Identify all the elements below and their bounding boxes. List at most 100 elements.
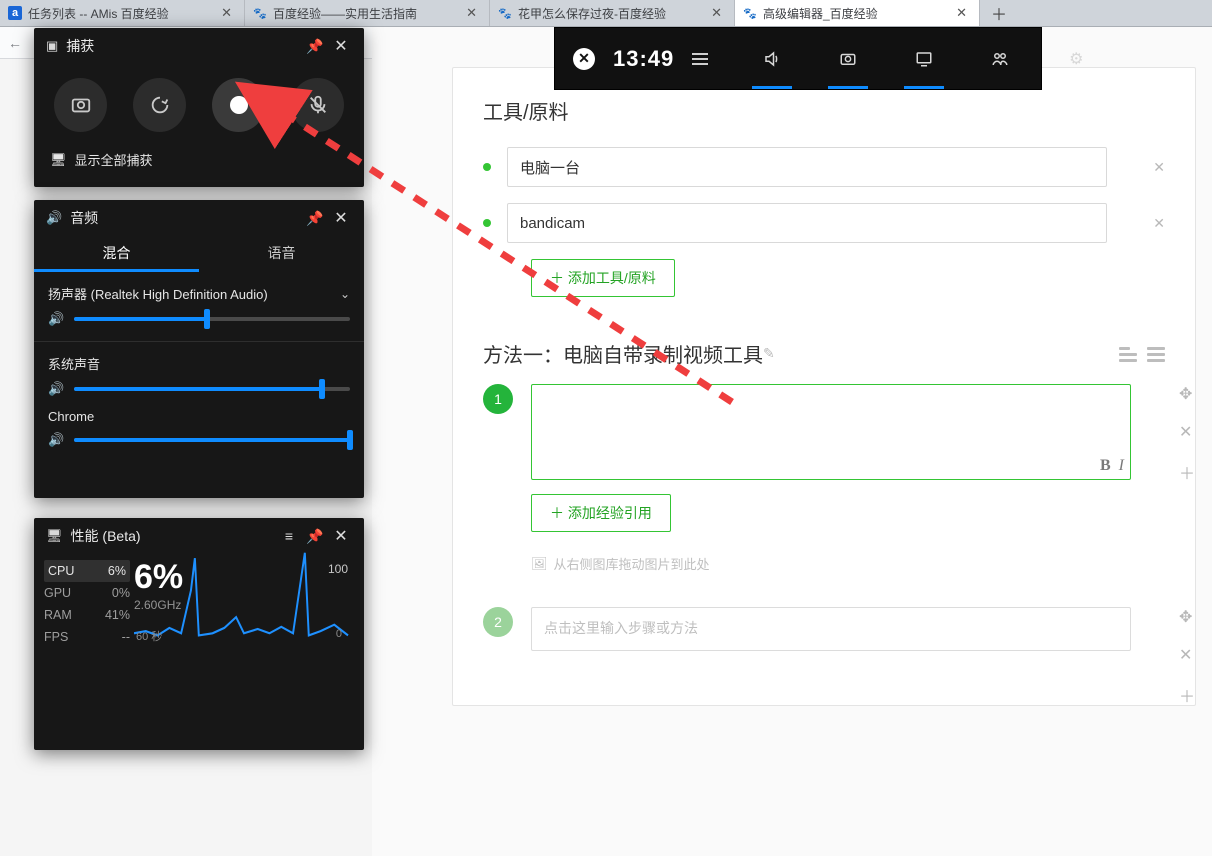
graph-ymin: 0	[336, 628, 342, 644]
master-volume-slider[interactable]	[74, 317, 350, 321]
browser-tab-2[interactable]: 🐾 百度经验——实用生活指南 ✕	[245, 0, 490, 26]
ingredient-row-2: ✕	[483, 203, 1165, 243]
fps-value: --	[122, 626, 130, 648]
add-icon[interactable]: ＋	[1179, 683, 1195, 707]
edit-icon[interactable]: ✎	[763, 345, 775, 362]
fps-label: FPS	[44, 626, 68, 648]
audio-widget-icon[interactable]	[748, 29, 796, 89]
tab-close-icon[interactable]: ✕	[707, 5, 726, 21]
perf-fps-row[interactable]: FPS --	[44, 626, 130, 648]
cpu-label: CPU	[48, 560, 74, 582]
step-textarea-1[interactable]: B I	[531, 384, 1131, 480]
record-last-button[interactable]	[133, 78, 186, 132]
speaker-icon[interactable]: 🔊	[48, 381, 64, 397]
start-record-button[interactable]	[212, 78, 265, 132]
italic-button[interactable]: I	[1119, 457, 1124, 475]
bold-button[interactable]: B	[1100, 457, 1111, 475]
tab-label: 百度经验——实用生活指南	[273, 5, 462, 22]
mic-toggle-button[interactable]	[291, 78, 344, 132]
show-all-captures-link[interactable]: 显示全部捕获	[75, 150, 153, 169]
capture-header-icon: ▣	[46, 38, 58, 54]
remove-icon[interactable]: ✕	[1179, 645, 1195, 665]
system-sound-label: 系统声音	[48, 354, 350, 373]
numbered-list-icon[interactable]	[1119, 347, 1137, 361]
perf-gpu-row[interactable]: GPU 0%	[44, 582, 130, 604]
widgets-menu-icon[interactable]	[692, 53, 708, 65]
bulleted-list-icon[interactable]	[1147, 347, 1165, 361]
browser-tab-3[interactable]: 🐾 花甲怎么保存过夜-百度经验 ✕	[490, 0, 735, 26]
gpu-label: GPU	[44, 582, 71, 604]
delete-icon[interactable]: ✕	[1153, 159, 1165, 176]
chrome-volume-slider[interactable]	[74, 438, 350, 442]
favicon-baidu: 🐾	[498, 6, 512, 20]
close-icon[interactable]: ✕	[328, 33, 354, 59]
image-icon: 🖼	[531, 556, 548, 572]
ingredient-input-1[interactable]	[507, 147, 1107, 187]
tab-label: 任务列表 -- AMis 百度经验	[28, 5, 217, 22]
perf-ram-row[interactable]: RAM 41%	[44, 604, 130, 626]
graph-xlabel: 60 秒	[136, 628, 162, 644]
add-reference-button[interactable]: ＋ 添加经验引用	[531, 494, 671, 532]
speaker-icon[interactable]: 🔊	[48, 432, 64, 448]
step-number-2: 2	[483, 607, 513, 637]
close-icon[interactable]: ✕	[328, 205, 354, 231]
perf-header-icon: 🖥	[46, 528, 63, 544]
capture-title: 捕获	[66, 36, 302, 56]
browser-tab-strip: a 任务列表 -- AMis 百度经验 ✕ 🐾 百度经验——实用生活指南 ✕ 🐾…	[0, 0, 1212, 27]
new-tab-button[interactable]: ＋	[980, 0, 1018, 26]
back-icon[interactable]: ←	[8, 35, 22, 51]
cpu-graph: 60 秒 0	[134, 526, 350, 644]
remove-icon[interactable]: ✕	[1179, 422, 1195, 442]
delete-icon[interactable]: ✕	[1153, 215, 1165, 232]
settings-icon[interactable]: ⚙	[1052, 29, 1100, 89]
screenshot-button[interactable]	[54, 78, 107, 132]
step-placeholder: 点击这里输入步骤或方法	[544, 620, 698, 636]
xbox-logo-icon[interactable]: ✕	[573, 48, 595, 70]
chrome-sound-label: Chrome	[48, 409, 350, 424]
step-textarea-2[interactable]: 点击这里输入步骤或方法	[531, 607, 1131, 651]
pin-icon[interactable]: 📌	[302, 205, 328, 231]
move-icon[interactable]: ✥	[1179, 607, 1195, 627]
editor-sheet: 工具/原料 ✕ ✕ ＋ 添加工具/原料 方法一：电脑自带录制视频工具 ✎ 1	[452, 67, 1196, 706]
audio-title: 音频	[70, 208, 302, 228]
browser-tab-1[interactable]: a 任务列表 -- AMis 百度经验 ✕	[0, 0, 245, 26]
tools-section-text: 工具/原料	[483, 96, 569, 125]
step-row-1: 1 B I ✥ ✕ ＋	[483, 384, 1165, 480]
capture-widget: ▣ 捕获 📌 ✕ 🖥 显示全部捕获	[34, 28, 364, 187]
browser-tab-4[interactable]: 🐾 高级编辑器_百度经验 ✕	[735, 0, 980, 26]
tab-close-icon[interactable]: ✕	[462, 5, 481, 21]
audio-tab-voice[interactable]: 语音	[199, 236, 364, 272]
tab-label: 高级编辑器_百度经验	[763, 5, 952, 22]
add-icon[interactable]: ＋	[1179, 460, 1195, 484]
audio-tab-mix[interactable]: 混合	[34, 236, 199, 272]
perf-cpu-row[interactable]: CPU 6%	[44, 560, 130, 582]
favicon-baidu: 🐾	[253, 6, 267, 20]
system-volume-slider[interactable]	[74, 387, 350, 391]
performance-widget-icon[interactable]	[900, 29, 948, 89]
social-widget-icon[interactable]	[976, 29, 1024, 89]
tab-close-icon[interactable]: ✕	[952, 5, 971, 21]
bullet-icon	[483, 163, 491, 171]
gpu-value: 0%	[112, 582, 130, 604]
pin-icon[interactable]: 📌	[302, 33, 328, 59]
drag-hint-text: 从右侧图库拖动图片到此处	[554, 554, 710, 573]
output-device-label: 扬声器 (Realtek High Definition Audio)	[48, 284, 268, 303]
ingredient-row-1: ✕	[483, 147, 1165, 187]
speaker-icon[interactable]: 🔊	[48, 311, 64, 327]
cpu-value: 6%	[108, 560, 126, 582]
favicon-baidu: 🐾	[743, 6, 757, 20]
method-section-title: 方法一：电脑自带录制视频工具 ✎	[483, 339, 1165, 368]
add-tool-button[interactable]: ＋ 添加工具/原料	[531, 259, 675, 297]
ingredient-input-2[interactable]	[507, 203, 1107, 243]
editor-page: 工具/原料 ✕ ✕ ＋ 添加工具/原料 方法一：电脑自带录制视频工具 ✎ 1	[372, 27, 1212, 856]
tab-close-icon[interactable]: ✕	[217, 5, 236, 21]
gallery-icon: 🖥	[50, 152, 67, 168]
gamebar-toolbar: ✕ 13:49 ⚙	[554, 27, 1042, 90]
method-title-text: 方法一：电脑自带录制视频工具	[483, 339, 763, 368]
capture-widget-icon[interactable]	[824, 29, 872, 89]
move-icon[interactable]: ✥	[1179, 384, 1195, 404]
tools-section-title: 工具/原料	[483, 96, 1165, 125]
audio-widget: 🔊 音频 📌 ✕ 混合 语音 扬声器 (Realtek High Definit…	[34, 200, 364, 498]
audio-header-icon: 🔊	[46, 210, 62, 226]
chevron-down-icon[interactable]: ⌄	[340, 287, 350, 301]
